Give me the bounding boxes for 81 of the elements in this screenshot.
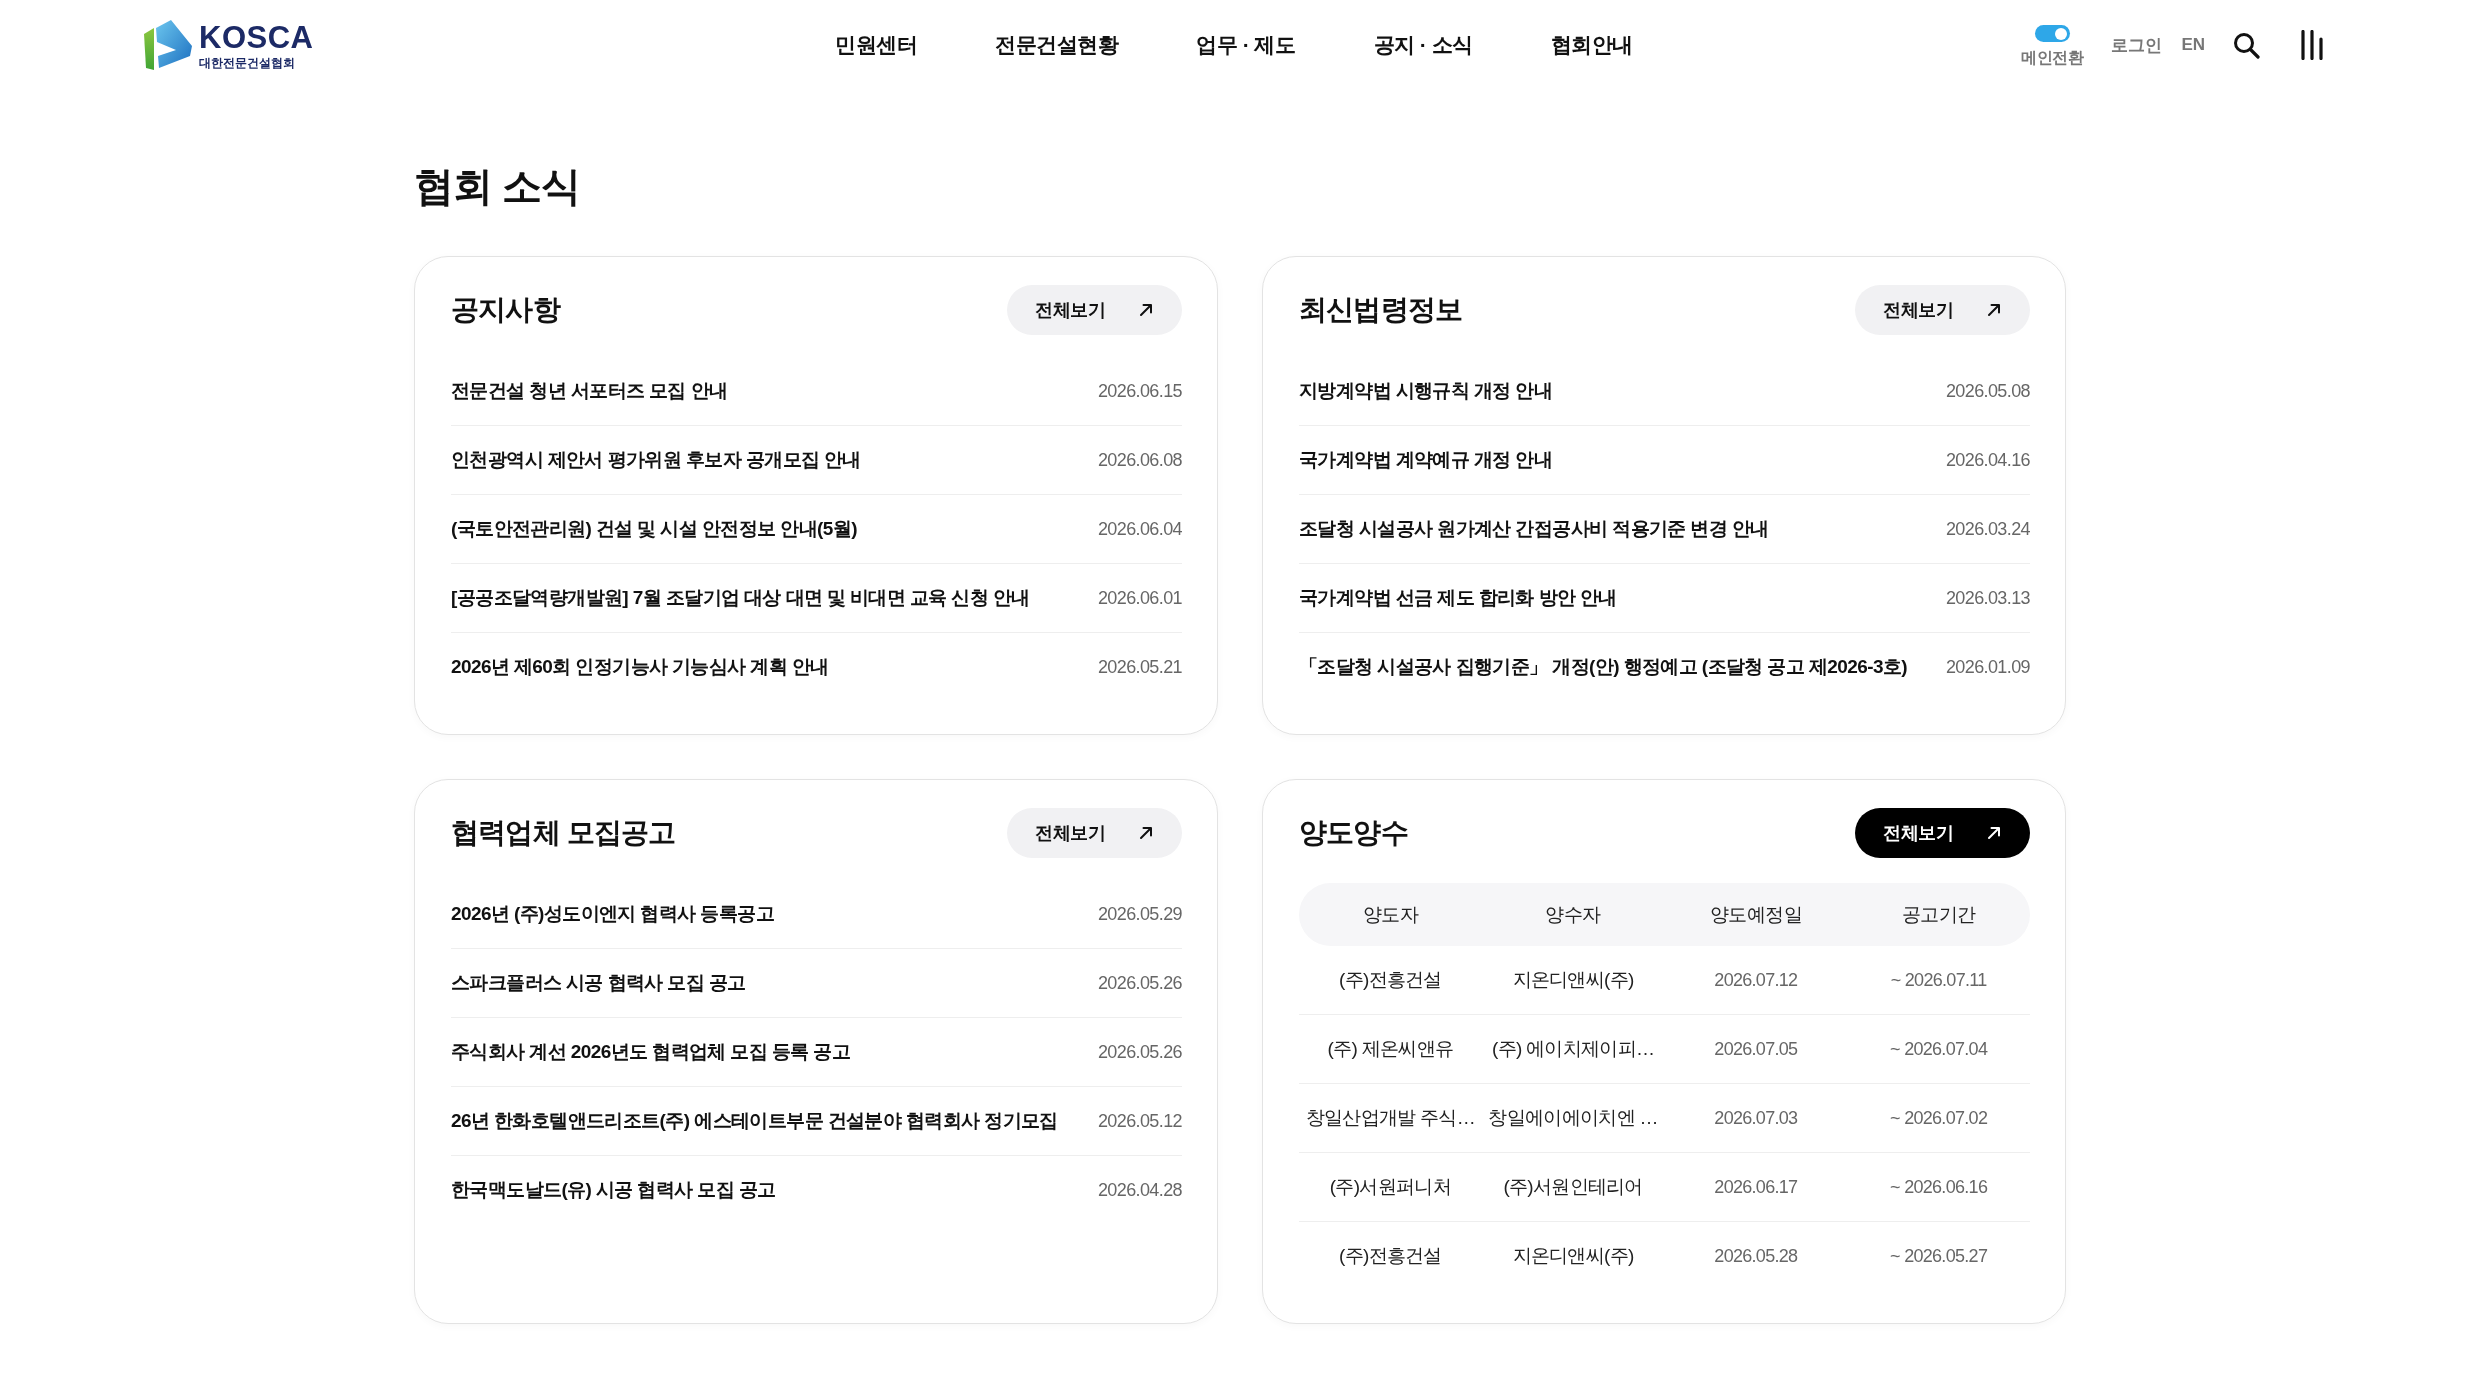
table-cell: 2026.05.28 [1714,1245,1798,1267]
column-header: 양수자 [1545,902,1601,927]
post-title-link[interactable]: 국가계약법 계약예규 개정 안내 [1299,447,1553,473]
post-date: 2026.03.13 [1945,587,2030,609]
post-date: 2026.05.21 [1097,656,1182,678]
post-date: 2026.05.26 [1097,972,1182,994]
card-title: 공지사항 [451,293,560,327]
arrow-icon [1987,303,2001,317]
view-all-button[interactable]: 전체보기 [1007,808,1182,858]
post-date: 2026.01.09 [1945,656,2030,678]
arrow-icon [1139,826,1153,840]
view-all-button[interactable]: 전체보기 [1007,285,1182,335]
post-date: 2026.05.29 [1097,903,1182,925]
post-title-link[interactable]: [공공조달역량개발원] 7월 조달기업 대상 대면 및 비대면 교육 신청 안내 [451,585,1030,611]
post-title-link[interactable]: 「조달청 시설공사 집행기준」 개정(안) 행정예고 (조달청 공고 제2026-3호) [1299,654,1908,680]
table-cell: 2026.07.03 [1714,1107,1798,1129]
post-title-link[interactable]: 지방계약법 시행규칙 개정 안내 [1299,378,1553,404]
post-title-link[interactable]: 조달청 시설공사 원가계산 간접공사비 적용기준 변경 안내 [1299,516,1769,542]
table-cell: 2026.07.05 [1714,1038,1798,1060]
menu-icon[interactable] [2301,30,2325,60]
table-cell: 2026.07.12 [1714,969,1798,991]
table-cell-text: (주) 제온씨앤유 [1327,1037,1454,1061]
table-cell-text: 지온디앤씨(주) [1512,968,1634,992]
table-cell: 2026.06.17 [1714,1176,1798,1198]
toggle-switch[interactable] [2034,25,2070,42]
switch-label: 메인전환 [2021,48,2084,68]
post-date: 2026.06.15 [1097,380,1182,402]
table-cell: ~ 2026.07.04 [1890,1038,1988,1060]
nav-link[interactable]: 협회안내 [1550,31,1633,59]
post-date: 2026.03.24 [1945,518,2030,540]
view-all-button[interactable]: 전체보기 [1855,808,2030,858]
column-header: 양도예정일 [1709,902,1803,927]
logo-subtitle: 대한전문건설협회 [199,56,296,69]
view-all-button[interactable]: 전체보기 [1855,285,2030,335]
table-cell-text: (주)전흥건설 [1339,968,1442,992]
table-cell: ~ 2026.07.02 [1890,1107,1988,1129]
search-icon[interactable] [2233,31,2260,59]
table-cell-text: (주)전흥건설 [1339,1244,1442,1268]
table-cell: ~ 2026.05.27 [1890,1245,1988,1267]
language-link[interactable]: EN [2181,35,2205,55]
nav-link[interactable]: 민원센터 [835,31,918,59]
table-cell-text: (주)서원인테리어 [1503,1175,1643,1199]
table-cell: ~ 2026.07.11 [1890,969,1987,991]
column-header: 양도자 [1362,902,1419,927]
card-title: 최신법령정보 [1299,293,1463,327]
post-title-link[interactable]: 스파크플러스 시공 협력사 모집 공고 [451,970,746,996]
nav-link[interactable]: 업무 · 제도 [1196,31,1296,59]
arrow-icon [1139,303,1153,317]
post-title-link[interactable]: 2026년 제60회 인정기능사 기능심사 계획 안내 [451,654,829,680]
nav-link[interactable]: 전문건설현황 [995,31,1119,59]
post-date: 2026.05.12 [1097,1110,1182,1132]
nav-link[interactable]: 공지 · 소식 [1373,31,1473,59]
post-date: 2026.04.28 [1097,1179,1182,1201]
post-title-link[interactable]: 국가계약법 선금 제도 합리화 방안 안내 [1299,585,1617,611]
post-date: 2026.06.01 [1097,587,1182,609]
login-link[interactable]: 로그인 [2111,33,2163,57]
logo-icon[interactable] [143,20,193,70]
table-cell-text: (주) 에이치제이피… [1492,1037,1655,1061]
table-cell-text: 창일산업개발 주식… [1305,1106,1475,1130]
table-cell: ~ 2026.06.16 [1890,1176,1988,1198]
table-cell-text: 창일에이에이치엔 … [1488,1106,1658,1130]
post-title-link[interactable]: 2026년 (주)성도이엔지 협력사 등록공고 [451,901,774,927]
post-date: 2026.06.08 [1097,449,1182,471]
post-title-link[interactable]: 전문건설 청년 서포터즈 모집 안내 [451,378,728,404]
table-cell-text: 지온디앤씨(주) [1512,1244,1634,1268]
post-date: 2026.05.26 [1097,1041,1182,1063]
post-title-link[interactable]: (국토안전관리원) 건설 및 시설 안전정보 안내(5월) [451,516,857,542]
table-cell-text: (주)서원퍼니처 [1329,1175,1451,1199]
post-title-link[interactable]: 주식회사 계선 2026년도 협력업체 모집 등록 공고 [451,1039,851,1065]
column-header: 공고기간 [1901,902,1976,927]
post-title-link[interactable]: 한국맥도날드(유) 시공 협력사 모집 공고 [451,1177,776,1203]
card-title: 양도양수 [1299,816,1408,850]
page-title: 협회 소식 [414,163,581,210]
post-date: 2026.04.16 [1945,449,2030,471]
post-title-link[interactable]: 26년 한화호텔앤드리조트(주) 에스테이트부문 건설분야 협력회사 정기모집 [451,1108,1058,1134]
post-date: 2026.05.08 [1945,380,2030,402]
post-date: 2026.06.04 [1097,518,1182,540]
logo-text: KOSCA [199,21,314,53]
arrow-icon [1987,826,2001,840]
post-title-link[interactable]: 인천광역시 제안서 평가위원 후보자 공개모집 안내 [451,447,861,473]
card-title: 협력업체 모집공고 [451,816,676,850]
